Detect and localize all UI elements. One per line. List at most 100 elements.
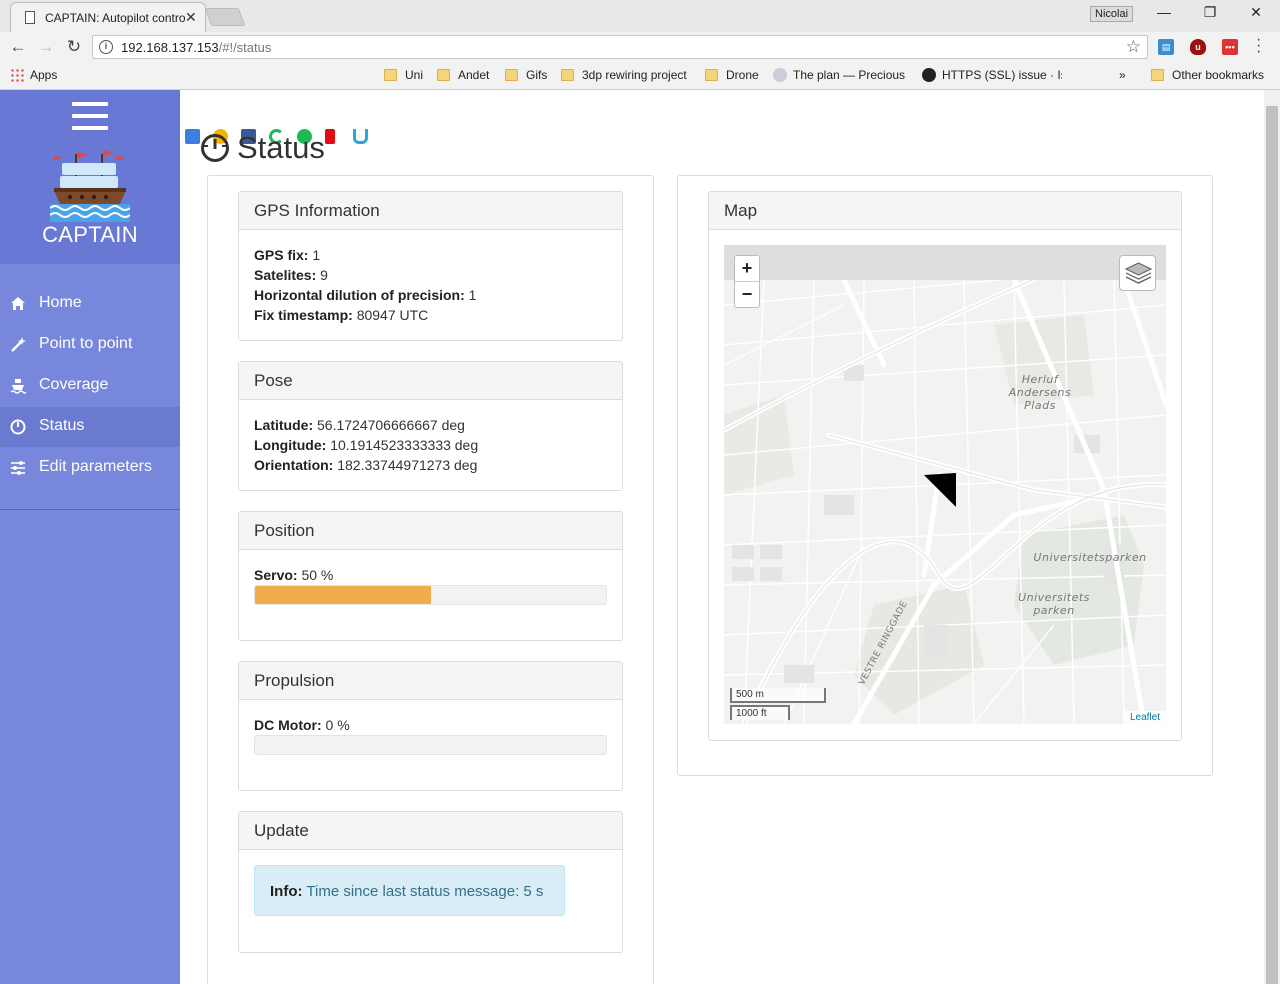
site-info-icon[interactable]: i bbox=[99, 40, 113, 54]
hdop-value: 1 bbox=[468, 287, 477, 303]
dc-motor-value: 0 % bbox=[325, 717, 350, 733]
bookmark-folder-other[interactable]: Other bookmarks bbox=[1151, 68, 1264, 86]
home-icon bbox=[11, 297, 25, 310]
bookmark-folder-uni[interactable]: Uni bbox=[384, 68, 423, 86]
profile-name[interactable]: Nicolai bbox=[1090, 6, 1134, 22]
globe-icon bbox=[773, 68, 787, 82]
sidebar-item-coverage[interactable]: Coverage bbox=[0, 366, 180, 406]
gauge-icon bbox=[10, 419, 26, 435]
layers-button[interactable] bbox=[1119, 255, 1156, 291]
sidebar-item-home[interactable]: Home bbox=[0, 284, 180, 324]
sidebar-item-point-to-point[interactable]: Point to point bbox=[0, 325, 180, 365]
extension-lastpass-icon[interactable]: ••• bbox=[1222, 39, 1238, 55]
forward-icon[interactable]: → bbox=[36, 37, 56, 57]
apps-grid-icon bbox=[10, 68, 24, 82]
orientation-value: 182.33744971273 deg bbox=[337, 457, 478, 473]
bookmark-https-issue[interactable]: HTTPS (SSL) issue · Is bbox=[922, 68, 1062, 86]
restore-icon[interactable]: ❐ bbox=[1190, 4, 1230, 24]
github-icon bbox=[922, 68, 936, 82]
tab-close-icon[interactable]: ✕ bbox=[185, 9, 197, 26]
new-tab-button[interactable] bbox=[204, 8, 246, 26]
extension-ublock-icon[interactable]: u bbox=[1190, 39, 1206, 55]
gps-fix-value: 1 bbox=[312, 247, 321, 263]
leaflet-attribution-link[interactable]: Leaflet bbox=[1123, 711, 1166, 724]
window-close-icon[interactable]: ✕ bbox=[1236, 4, 1276, 24]
fix-timestamp-value: 80947 UTC bbox=[356, 307, 429, 323]
gps-fix-row: GPS fix: 1 bbox=[254, 247, 321, 263]
longitude-value: 10.1914523333333 deg bbox=[330, 437, 479, 453]
pose-card: Pose Latitude: 56.1724706666667 deg Long… bbox=[238, 361, 623, 491]
gps-card: GPS Information GPS fix: 1 Satelites: 9 … bbox=[238, 191, 623, 341]
longitude-row: Longitude: 10.1914523333333 deg bbox=[254, 437, 479, 453]
map-label-herluf: Herluf Andersens Plads bbox=[1008, 373, 1072, 412]
scale-bar-imperial: 1000 ft bbox=[730, 705, 790, 720]
pose-card-heading: Pose bbox=[239, 362, 622, 400]
update-card: Update Info: Time since last status mess… bbox=[238, 811, 623, 953]
dc-motor-progress bbox=[254, 735, 607, 755]
wunderlist-bookmark-icon[interactable] bbox=[353, 129, 368, 144]
hamburger-menu-icon[interactable] bbox=[72, 102, 108, 130]
folder-icon bbox=[505, 69, 518, 81]
zoom-control: + − bbox=[734, 255, 760, 308]
bookmark-star-icon[interactable]: ☆ bbox=[1126, 37, 1141, 57]
browser-toolbar: ← → ↻ i 192.168.137.153/#!/status ☆ ▤ u … bbox=[0, 32, 1280, 62]
map-tiles bbox=[724, 264, 1166, 724]
sidebar: CAPTAIN Home Point to point Coverage Sta… bbox=[0, 90, 180, 984]
magic-wand-icon bbox=[11, 337, 26, 352]
ship-logo bbox=[50, 150, 130, 222]
propulsion-card-heading: Propulsion bbox=[239, 662, 622, 700]
reload-icon[interactable]: ↻ bbox=[64, 37, 84, 57]
bookmark-folder-gifs[interactable]: Gifs bbox=[505, 68, 547, 86]
map-label-universitetsparken: Universitetsparken bbox=[1033, 551, 1147, 564]
zoom-in-button[interactable]: + bbox=[735, 256, 759, 282]
bookmark-folder-drone[interactable]: Drone bbox=[705, 68, 759, 86]
page-icon bbox=[25, 11, 35, 24]
folder-icon bbox=[1151, 69, 1164, 81]
url-path: /#!/status bbox=[218, 40, 272, 55]
latitude-value: 56.1724706666667 deg bbox=[317, 417, 465, 433]
servo-row: Servo: 50 % bbox=[254, 567, 334, 583]
ship-icon bbox=[10, 379, 26, 394]
map-card-heading: Map bbox=[709, 192, 1181, 230]
orientation-row: Orientation: 182.33744971273 deg bbox=[254, 457, 478, 473]
sidebar-item-edit-parameters[interactable]: Edit parameters bbox=[0, 448, 180, 488]
position-card: Position Servo: 50 % bbox=[238, 511, 623, 641]
dc-motor-row: DC Motor: 0 % bbox=[254, 717, 350, 733]
sidebar-item-status[interactable]: Status bbox=[0, 407, 180, 447]
servo-progress-bar bbox=[255, 586, 431, 604]
bookmarks-bar: Apps Uni Andet Gifs 3dp rewiring project… bbox=[0, 62, 1280, 144]
browser-tab-strip: CAPTAIN: Autopilot control ✕ Nicolai — ❐… bbox=[0, 0, 1280, 32]
gps-card-heading: GPS Information bbox=[239, 192, 622, 230]
layers-icon bbox=[1124, 262, 1153, 284]
zoom-out-button[interactable]: − bbox=[735, 282, 759, 308]
back-icon[interactable]: ← bbox=[8, 37, 28, 57]
fix-timestamp-row: Fix timestamp: 80947 UTC bbox=[254, 307, 429, 323]
servo-value: 50 % bbox=[301, 567, 334, 583]
folder-icon bbox=[561, 69, 574, 81]
extension-reader-icon[interactable]: ▤ bbox=[1158, 39, 1174, 55]
bookmarks-overflow-button[interactable]: » bbox=[1119, 68, 1126, 86]
bookmark-folder-andet[interactable]: Andet bbox=[437, 68, 489, 86]
folder-icon bbox=[437, 69, 450, 81]
scrollbar-thumb[interactable] bbox=[1266, 106, 1278, 984]
browser-menu-icon[interactable]: · · · bbox=[1256, 32, 1261, 60]
position-card-heading: Position bbox=[239, 512, 622, 550]
calendar-bookmark-icon[interactable] bbox=[185, 129, 200, 144]
map-tile-loading-band bbox=[724, 245, 1166, 280]
sidebar-divider bbox=[0, 509, 180, 510]
bookmark-the-plan[interactable]: The plan — Precious bbox=[773, 68, 905, 86]
browser-tab[interactable]: CAPTAIN: Autopilot control ✕ bbox=[10, 2, 206, 32]
page-scrollbar[interactable] bbox=[1264, 90, 1280, 984]
bookmark-folder-rewiring[interactable]: 3dp rewiring project bbox=[561, 68, 687, 86]
netflix-bookmark-icon[interactable] bbox=[325, 129, 335, 144]
minimize-icon[interactable]: — bbox=[1144, 4, 1184, 24]
hdop-row: Horizontal dilution of precision: 1 bbox=[254, 287, 477, 303]
info-alert: Info: Time since last status message: 5 … bbox=[254, 865, 565, 916]
map-view[interactable]: Herluf Andersens Plads Universitetsparke… bbox=[724, 245, 1166, 724]
propulsion-card: Propulsion DC Motor: 0 % bbox=[238, 661, 623, 791]
satellites-value: 9 bbox=[320, 267, 328, 283]
url-host: 192.168.137.153 bbox=[121, 40, 219, 55]
brand-name: CAPTAIN bbox=[42, 222, 138, 247]
bookmark-apps[interactable]: Apps bbox=[10, 68, 57, 86]
address-bar[interactable]: i 192.168.137.153/#!/status ☆ bbox=[92, 35, 1148, 59]
